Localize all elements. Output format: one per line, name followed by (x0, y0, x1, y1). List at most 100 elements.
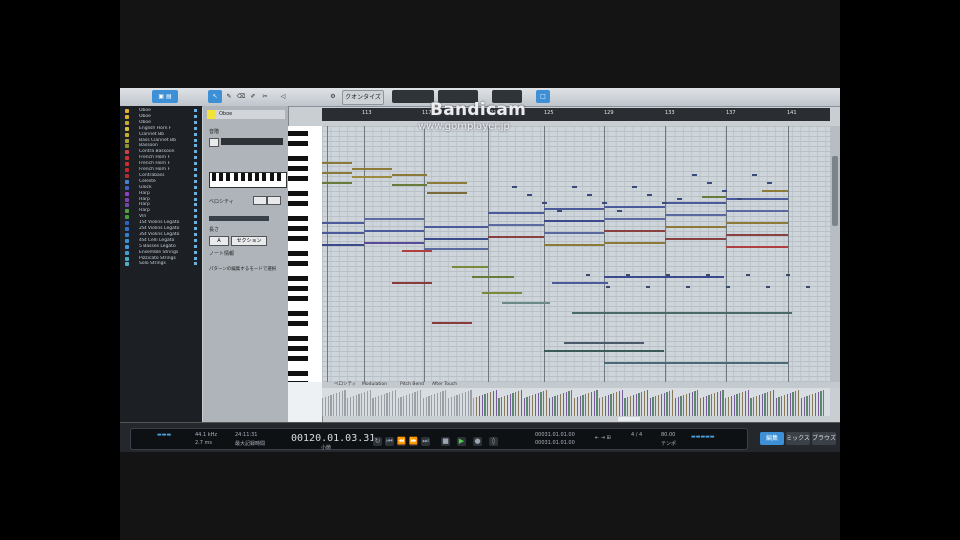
midi-note[interactable] (604, 206, 665, 209)
midi-note[interactable] (544, 220, 604, 223)
black-key[interactable] (288, 176, 308, 181)
midi-note[interactable] (322, 244, 364, 247)
black-key[interactable] (288, 371, 308, 376)
velocity-bar[interactable] (355, 395, 357, 416)
velocity-bar[interactable] (526, 397, 528, 416)
velocity-bar[interactable] (795, 391, 797, 416)
velocity-bar[interactable] (585, 394, 587, 416)
midi-note[interactable] (527, 194, 532, 197)
velocity-bar[interactable] (736, 394, 738, 416)
velocity-bar[interactable] (350, 397, 352, 416)
midi-note[interactable] (392, 174, 427, 177)
velocity-lane[interactable] (322, 388, 830, 416)
track-row[interactable]: French Horn F (120, 161, 202, 167)
midi-note[interactable] (452, 266, 488, 269)
velocity-bar[interactable] (487, 393, 489, 416)
velocity-bar[interactable] (400, 397, 402, 416)
velocity-bar[interactable] (470, 390, 472, 416)
midi-note[interactable] (692, 174, 697, 177)
black-key[interactable] (288, 336, 308, 341)
velocity-bar[interactable] (599, 398, 601, 416)
velocity-bar[interactable] (579, 396, 581, 416)
velocity-bar[interactable] (352, 396, 354, 416)
velocity-bar[interactable] (322, 398, 324, 416)
velocity-bar[interactable] (616, 392, 618, 416)
track-row[interactable]: French Horn F (120, 167, 202, 173)
velocity-bar[interactable] (814, 393, 816, 416)
velocity-bar[interactable] (495, 390, 497, 416)
track-enable-checkbox[interactable] (194, 191, 197, 195)
velocity-bar[interactable] (484, 394, 486, 416)
track-row[interactable]: 4St Celli Legato (120, 238, 202, 244)
pencil-tool-icon[interactable]: ✎ (224, 90, 234, 103)
midi-note[interactable] (806, 286, 810, 289)
velocity-bar[interactable] (697, 390, 699, 416)
track-row[interactable]: 3St Violins Legato (120, 232, 202, 238)
velocity-bar[interactable] (714, 393, 716, 416)
velocity-bar[interactable] (473, 398, 475, 416)
midi-note[interactable] (602, 202, 607, 205)
velocity-bar[interactable] (705, 396, 707, 416)
midi-note[interactable] (424, 248, 488, 251)
velocity-bar[interactable] (540, 392, 542, 416)
velocity-bar[interactable] (462, 393, 464, 416)
midi-note[interactable] (666, 274, 670, 277)
velocity-bar[interactable] (812, 394, 814, 416)
velocity-bar[interactable] (330, 395, 332, 416)
track-row[interactable]: 2St Violins Legato (120, 226, 202, 232)
piano-keyboard[interactable] (288, 126, 323, 386)
velocity-bar[interactable] (565, 392, 567, 416)
velocity-bar[interactable] (823, 390, 825, 416)
velocity-bar[interactable] (375, 397, 377, 416)
punch-icon[interactable]: ⇤ ⇥ ⊞ (595, 435, 611, 441)
velocity-bar[interactable] (518, 391, 520, 416)
velocity-bar[interactable] (753, 397, 755, 416)
velocity-bar[interactable] (403, 396, 405, 416)
velocity-bar[interactable] (672, 390, 674, 416)
midi-note[interactable] (488, 212, 544, 215)
velocity-bar[interactable] (428, 396, 430, 416)
velocity-bar[interactable] (596, 390, 598, 416)
velocity-bar[interactable] (338, 392, 340, 416)
black-key[interactable] (276, 173, 281, 181)
midi-note[interactable] (364, 218, 424, 221)
midi-note[interactable] (392, 282, 432, 285)
velocity-bar[interactable] (560, 394, 562, 416)
velocity-bar[interactable] (417, 391, 419, 416)
velocity-bar[interactable] (436, 393, 438, 416)
midi-note[interactable] (686, 286, 690, 289)
track-enable-checkbox[interactable] (194, 244, 197, 248)
velocity-bar[interactable] (498, 398, 500, 416)
midi-note[interactable] (726, 246, 788, 249)
velocity-bar[interactable] (464, 392, 466, 416)
velocity-bar[interactable] (781, 396, 783, 416)
track-enable-checkbox[interactable] (194, 238, 197, 242)
velocity-bar[interactable] (613, 393, 615, 416)
velocity-bar[interactable] (644, 391, 646, 416)
velocity-bar[interactable] (459, 394, 461, 416)
track-enable-checkbox[interactable] (194, 250, 197, 254)
black-key[interactable] (226, 173, 231, 181)
toolbar-field-1[interactable] (392, 90, 434, 103)
velocity-bar[interactable] (546, 390, 548, 416)
track-enable-checkbox[interactable] (194, 197, 197, 201)
midi-note[interactable] (766, 286, 770, 289)
track-enable-checkbox[interactable] (194, 138, 197, 142)
velocity-bar[interactable] (686, 394, 688, 416)
midi-note[interactable] (587, 194, 592, 197)
rewind-icon[interactable]: ⏪ (397, 437, 406, 446)
midi-note[interactable] (632, 186, 637, 189)
midi-note[interactable] (488, 236, 544, 239)
velocity-bar[interactable] (775, 398, 777, 416)
midi-note[interactable] (665, 202, 726, 205)
mode-button[interactable]: 編集 (760, 432, 784, 445)
velocity-bar[interactable] (520, 390, 522, 416)
midi-note[interactable] (544, 208, 604, 211)
midi-note[interactable] (746, 274, 750, 277)
velocity-bar[interactable] (669, 391, 671, 416)
velocity-bar[interactable] (504, 396, 506, 416)
midi-note[interactable] (737, 198, 742, 201)
velocity-bar[interactable] (523, 398, 525, 416)
velocity-bar[interactable] (652, 397, 654, 416)
black-key[interactable] (288, 236, 308, 241)
